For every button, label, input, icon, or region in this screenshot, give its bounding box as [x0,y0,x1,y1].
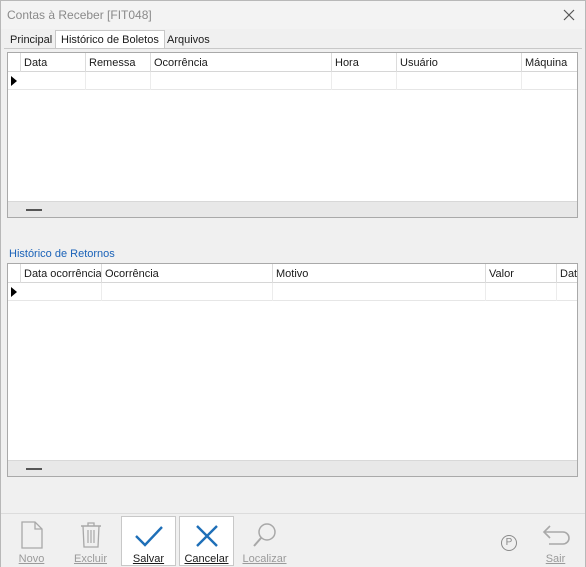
localizar-button[interactable]: Localizar [237,516,292,566]
column-header-valor[interactable]: Valor [486,264,557,283]
grid-header: Data ocorrência Ocorrência Motivo Valor … [8,264,577,283]
tab-strip: Principal Histórico de Boletos Arquivos [5,30,585,49]
table-cell[interactable] [102,283,273,301]
column-header-maquina[interactable]: Máquina [522,53,579,72]
retornos-grid[interactable]: Data ocorrência Ocorrência Motivo Valor … [7,263,578,477]
column-header-data[interactable]: Data [21,53,86,72]
table-cell[interactable] [151,72,332,90]
trash-icon [74,519,108,551]
table-cell[interactable] [557,283,579,301]
title-bar: Contas à Receber [FIT048] [1,1,585,29]
table-cell[interactable] [21,283,102,301]
close-button[interactable] [557,4,581,26]
x-icon [190,520,224,551]
row-indicator-header [8,264,21,283]
grid-footer [8,201,577,217]
table-cell[interactable] [21,72,86,90]
column-header-motivo[interactable]: Motivo [273,264,486,283]
grid-header: Data Remessa Ocorrência Hora Usuário Máq… [8,53,577,72]
table-row[interactable] [8,283,577,301]
salvar-button[interactable]: Salvar [121,516,176,566]
footer-dash-icon [26,468,42,470]
table-row[interactable] [8,72,577,90]
column-header-ocorrencia[interactable]: Ocorrência [151,53,332,72]
table-cell[interactable] [397,72,522,90]
row-indicator-icon [11,76,17,86]
table-cell[interactable] [86,72,151,90]
bottom-toolbar: Novo Excluir Salvar Cancelar Localizar P… [1,513,585,567]
tab-panel: Data Remessa Ocorrência Hora Usuário Máq… [4,48,582,511]
grid-footer [8,460,577,476]
column-header-hora[interactable]: Hora [332,53,397,72]
table-cell[interactable] [486,283,557,301]
checkmark-icon [132,520,166,551]
column-header-dat[interactable]: Dat [557,264,579,283]
p-circle-icon[interactable]: P [501,535,517,551]
section-title-historico-de-retornos: Histórico de Retornos [9,248,115,260]
table-cell[interactable] [522,72,579,90]
window: Contas à Receber [FIT048] Principal Hist… [0,0,586,567]
document-icon [15,519,49,551]
close-icon [563,9,575,21]
column-header-usuario[interactable]: Usuário [397,53,522,72]
tab-principal[interactable]: Principal [5,32,57,49]
sair-button[interactable]: Sair [528,516,583,566]
column-header-remessa[interactable]: Remessa [86,53,151,72]
table-cell[interactable] [273,283,486,301]
magnifier-icon [248,519,282,551]
tab-arquivos[interactable]: Arquivos [162,32,215,49]
tab-historico-de-boletos[interactable]: Histórico de Boletos [55,30,165,49]
cancelar-button[interactable]: Cancelar [179,516,234,566]
boletos-grid[interactable]: Data Remessa Ocorrência Hora Usuário Máq… [7,52,578,218]
footer-dash-icon [26,209,42,211]
window-title: Contas à Receber [FIT048] [7,8,152,22]
table-cell[interactable] [332,72,397,90]
column-header-data-ocorrencia[interactable]: Data ocorrência [21,264,102,283]
row-indicator-icon [11,287,17,297]
return-arrow-icon [539,519,573,551]
column-header-ocorrencia[interactable]: Ocorrência [102,264,273,283]
row-indicator-header [8,53,21,72]
novo-button[interactable]: Novo [4,516,59,566]
excluir-button[interactable]: Excluir [63,516,118,566]
